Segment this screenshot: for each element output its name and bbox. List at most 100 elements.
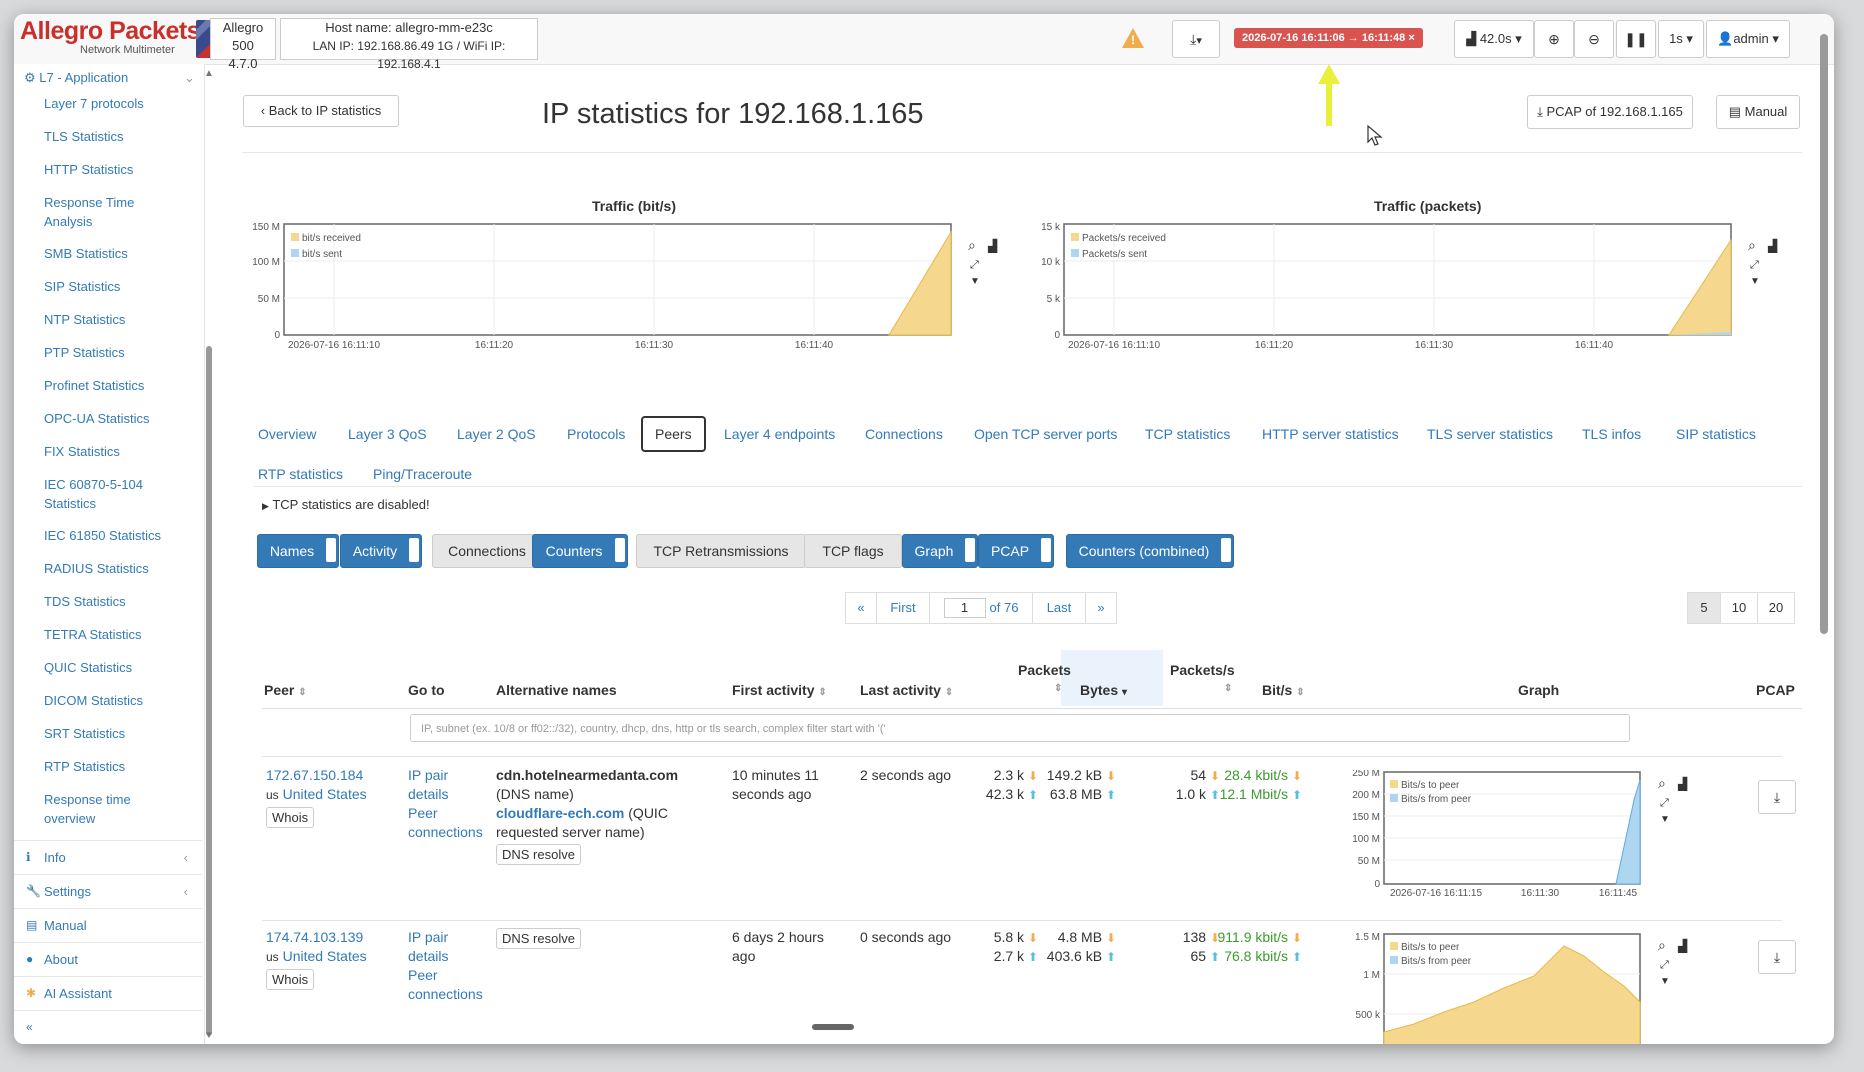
sidebar-item[interactable]: DICOM Statistics xyxy=(44,691,179,710)
column-first-activity[interactable]: First activity ⇕ xyxy=(732,682,827,698)
tab-peers[interactable]: Peers xyxy=(641,416,706,452)
whois-button[interactable]: Whois xyxy=(266,969,315,990)
sidebar-scrollbar[interactable] xyxy=(206,346,212,1036)
dns-resolve-button[interactable]: DNS resolve xyxy=(496,928,581,949)
sidebar-item[interactable]: QUIC Statistics xyxy=(44,658,179,677)
scroll-down-arrow[interactable]: ▼ xyxy=(204,1030,214,1041)
tab-layer4-endpoints[interactable]: Layer 4 endpoints xyxy=(724,426,835,442)
graph-options-icon[interactable]: ▼ xyxy=(1660,814,1670,825)
graph-zoom-icon[interactable]: ⌕ xyxy=(1658,937,1666,953)
row-graph[interactable]: Bits/s to peer Bits/s from peer 1.5 M 1 … xyxy=(1324,932,1704,1044)
column-peer[interactable]: Peer ⇕ xyxy=(264,682,307,698)
column-last-activity[interactable]: Last activity ⇕ xyxy=(860,682,953,698)
toggle-pcap[interactable]: PCAP xyxy=(978,534,1054,568)
graph-options-icon[interactable]: ▼ xyxy=(1660,976,1670,987)
quic-server-name[interactable]: cloudflare-ech.com xyxy=(496,805,624,821)
row-pcap-download-button[interactable]: ⤓ xyxy=(1758,940,1796,974)
sidebar-item[interactable]: IEC 60870-5-104 Statistics xyxy=(44,475,179,513)
download-dropdown-button[interactable]: ⤓▾ xyxy=(1172,20,1220,58)
step-dropdown[interactable]: 1s ▾ xyxy=(1658,20,1704,58)
sidebar-item[interactable]: RTP Statistics xyxy=(44,757,179,776)
toggle-counters[interactable]: Counters xyxy=(532,534,628,568)
sidebar-item[interactable]: SRT Statistics xyxy=(44,724,179,743)
sidebar-item[interactable]: Response Time Analysis xyxy=(44,193,179,231)
sidebar-item[interactable]: RADIUS Statistics xyxy=(44,559,179,578)
sidebar-section-l7[interactable]: ⚙ L7 - Application ⌄ xyxy=(24,70,195,86)
chart-zoom-icon[interactable]: ⌕ xyxy=(1748,237,1756,253)
interval-dropdown[interactable]: ▟ 42.0s ▾ xyxy=(1454,20,1534,58)
tab-http-server-statistics[interactable]: HTTP server statistics xyxy=(1262,426,1399,442)
country-link[interactable]: United States xyxy=(283,948,367,964)
pause-button[interactable]: ❚❚ xyxy=(1616,20,1656,58)
graph-area-icon[interactable]: ▟ xyxy=(1677,776,1688,791)
sidebar-section-settings[interactable]: 🔧 Settings ‹ xyxy=(14,874,202,908)
tab-rtp-statistics[interactable]: RTP statistics xyxy=(258,466,343,482)
packets-chart[interactable]: Packets/s received Packets/s sent 15 k 1… xyxy=(1024,220,1784,350)
user-menu[interactable]: 👤admin ▾ xyxy=(1706,20,1790,58)
chart-options-icon[interactable]: ▼ xyxy=(970,276,980,287)
tab-connections[interactable]: Connections xyxy=(865,426,943,442)
zoom-out-button[interactable]: ⊖ xyxy=(1574,20,1614,58)
toggle-tcp-flags[interactable]: TCP flags xyxy=(804,534,902,568)
sidebar-item[interactable]: NTP Statistics xyxy=(44,310,179,329)
pager-prev[interactable]: « xyxy=(845,592,877,624)
sidebar-item[interactable]: TETRA Statistics xyxy=(44,625,179,644)
page-size-10[interactable]: 10 xyxy=(1720,592,1758,624)
peer-ip-link[interactable]: 172.67.150.184 xyxy=(266,766,396,785)
logo-title[interactable]: Allegro Packets xyxy=(20,17,201,46)
tab-tcp-statistics[interactable]: TCP statistics xyxy=(1145,426,1230,442)
toggle-activity[interactable]: Activity xyxy=(340,534,422,568)
graph-expand-icon[interactable]: ⤢ xyxy=(1660,959,1669,971)
pager-next[interactable]: » xyxy=(1085,592,1117,624)
sidebar-section-info[interactable]: ℹ Info ‹ xyxy=(14,840,202,874)
sidebar-item[interactable]: Profinet Statistics xyxy=(44,376,179,395)
tab-open-tcp-server-ports[interactable]: Open TCP server ports xyxy=(974,426,1117,442)
tab-layer2-qos[interactable]: Layer 2 QoS xyxy=(457,426,536,442)
chart-options-icon[interactable]: ▼ xyxy=(1750,276,1760,287)
sidebar-item[interactable]: SMB Statistics xyxy=(44,244,179,263)
tab-tls-infos[interactable]: TLS infos xyxy=(1582,426,1641,442)
sidebar-item[interactable]: TDS Statistics xyxy=(44,592,179,611)
page-scrollbar[interactable] xyxy=(1820,34,1828,634)
ip-pair-details-link[interactable]: IP pair details xyxy=(408,766,488,804)
column-bits-per-second[interactable]: Bit/s ⇕ xyxy=(1262,682,1305,698)
pager-last[interactable]: Last xyxy=(1032,592,1086,624)
sidebar-section-manual[interactable]: ▤ Manual xyxy=(14,908,202,942)
chart-area-icon[interactable]: ▟ xyxy=(1767,238,1778,253)
toggle-tcp-retransmissions[interactable]: TCP Retransmissions xyxy=(636,534,806,568)
graph-area-icon[interactable]: ▟ xyxy=(1677,938,1688,953)
sidebar-section-ai-assistant[interactable]: ✱ AI Assistant xyxy=(14,976,202,1010)
country-link[interactable]: United States xyxy=(283,786,367,802)
tab-layer3-qos[interactable]: Layer 3 QoS xyxy=(348,426,427,442)
sidebar-item[interactable]: Layer 7 protocols xyxy=(44,94,179,113)
peer-connections-link[interactable]: Peer connections xyxy=(408,804,488,842)
toggle-graph[interactable]: Graph xyxy=(902,534,978,568)
manual-button[interactable]: ▤ Manual xyxy=(1716,95,1800,129)
tab-ping-traceroute[interactable]: Ping/Traceroute xyxy=(373,466,472,482)
sidebar-item[interactable]: PTP Statistics xyxy=(44,343,179,362)
sidebar-item[interactable]: SIP Statistics xyxy=(44,277,179,296)
column-packets-per-second[interactable]: Packets/s ⇕ xyxy=(1170,662,1235,694)
chart-expand-icon[interactable]: ⤢ xyxy=(970,259,979,271)
toggle-names[interactable]: Names xyxy=(257,534,339,568)
ip-pair-details-link[interactable]: IP pair details xyxy=(408,928,488,966)
toggle-counters-combined[interactable]: Counters (combined) xyxy=(1066,534,1234,568)
tab-protocols[interactable]: Protocols xyxy=(567,426,625,442)
chart-expand-icon[interactable]: ⤢ xyxy=(1750,259,1759,271)
page-size-5[interactable]: 5 xyxy=(1687,592,1721,624)
sidebar-item[interactable]: HTTP Statistics xyxy=(44,160,179,179)
peer-ip-link[interactable]: 174.74.103.139 xyxy=(266,928,396,947)
zoom-in-button[interactable]: ⊕ xyxy=(1534,20,1574,58)
chart-zoom-icon[interactable]: ⌕ xyxy=(968,237,976,253)
whois-button[interactable]: Whois xyxy=(266,807,315,828)
dns-resolve-button[interactable]: DNS resolve xyxy=(496,844,581,865)
graph-expand-icon[interactable]: ⤢ xyxy=(1660,797,1669,809)
sidebar-item[interactable]: Response time overview xyxy=(44,790,179,828)
tab-sip-statistics[interactable]: SIP statistics xyxy=(1676,426,1756,442)
tcp-disabled-note[interactable]: ▶ TCP statistics are disabled! xyxy=(262,497,430,512)
sidebar-item[interactable]: TLS Statistics xyxy=(44,127,179,146)
pcap-download-button[interactable]: ⤓ PCAP of 192.168.1.165 xyxy=(1527,95,1693,129)
warning-icon[interactable]: ! xyxy=(1122,28,1144,48)
chart-area-icon[interactable]: ▟ xyxy=(987,238,998,253)
tab-overview[interactable]: Overview xyxy=(258,426,316,442)
